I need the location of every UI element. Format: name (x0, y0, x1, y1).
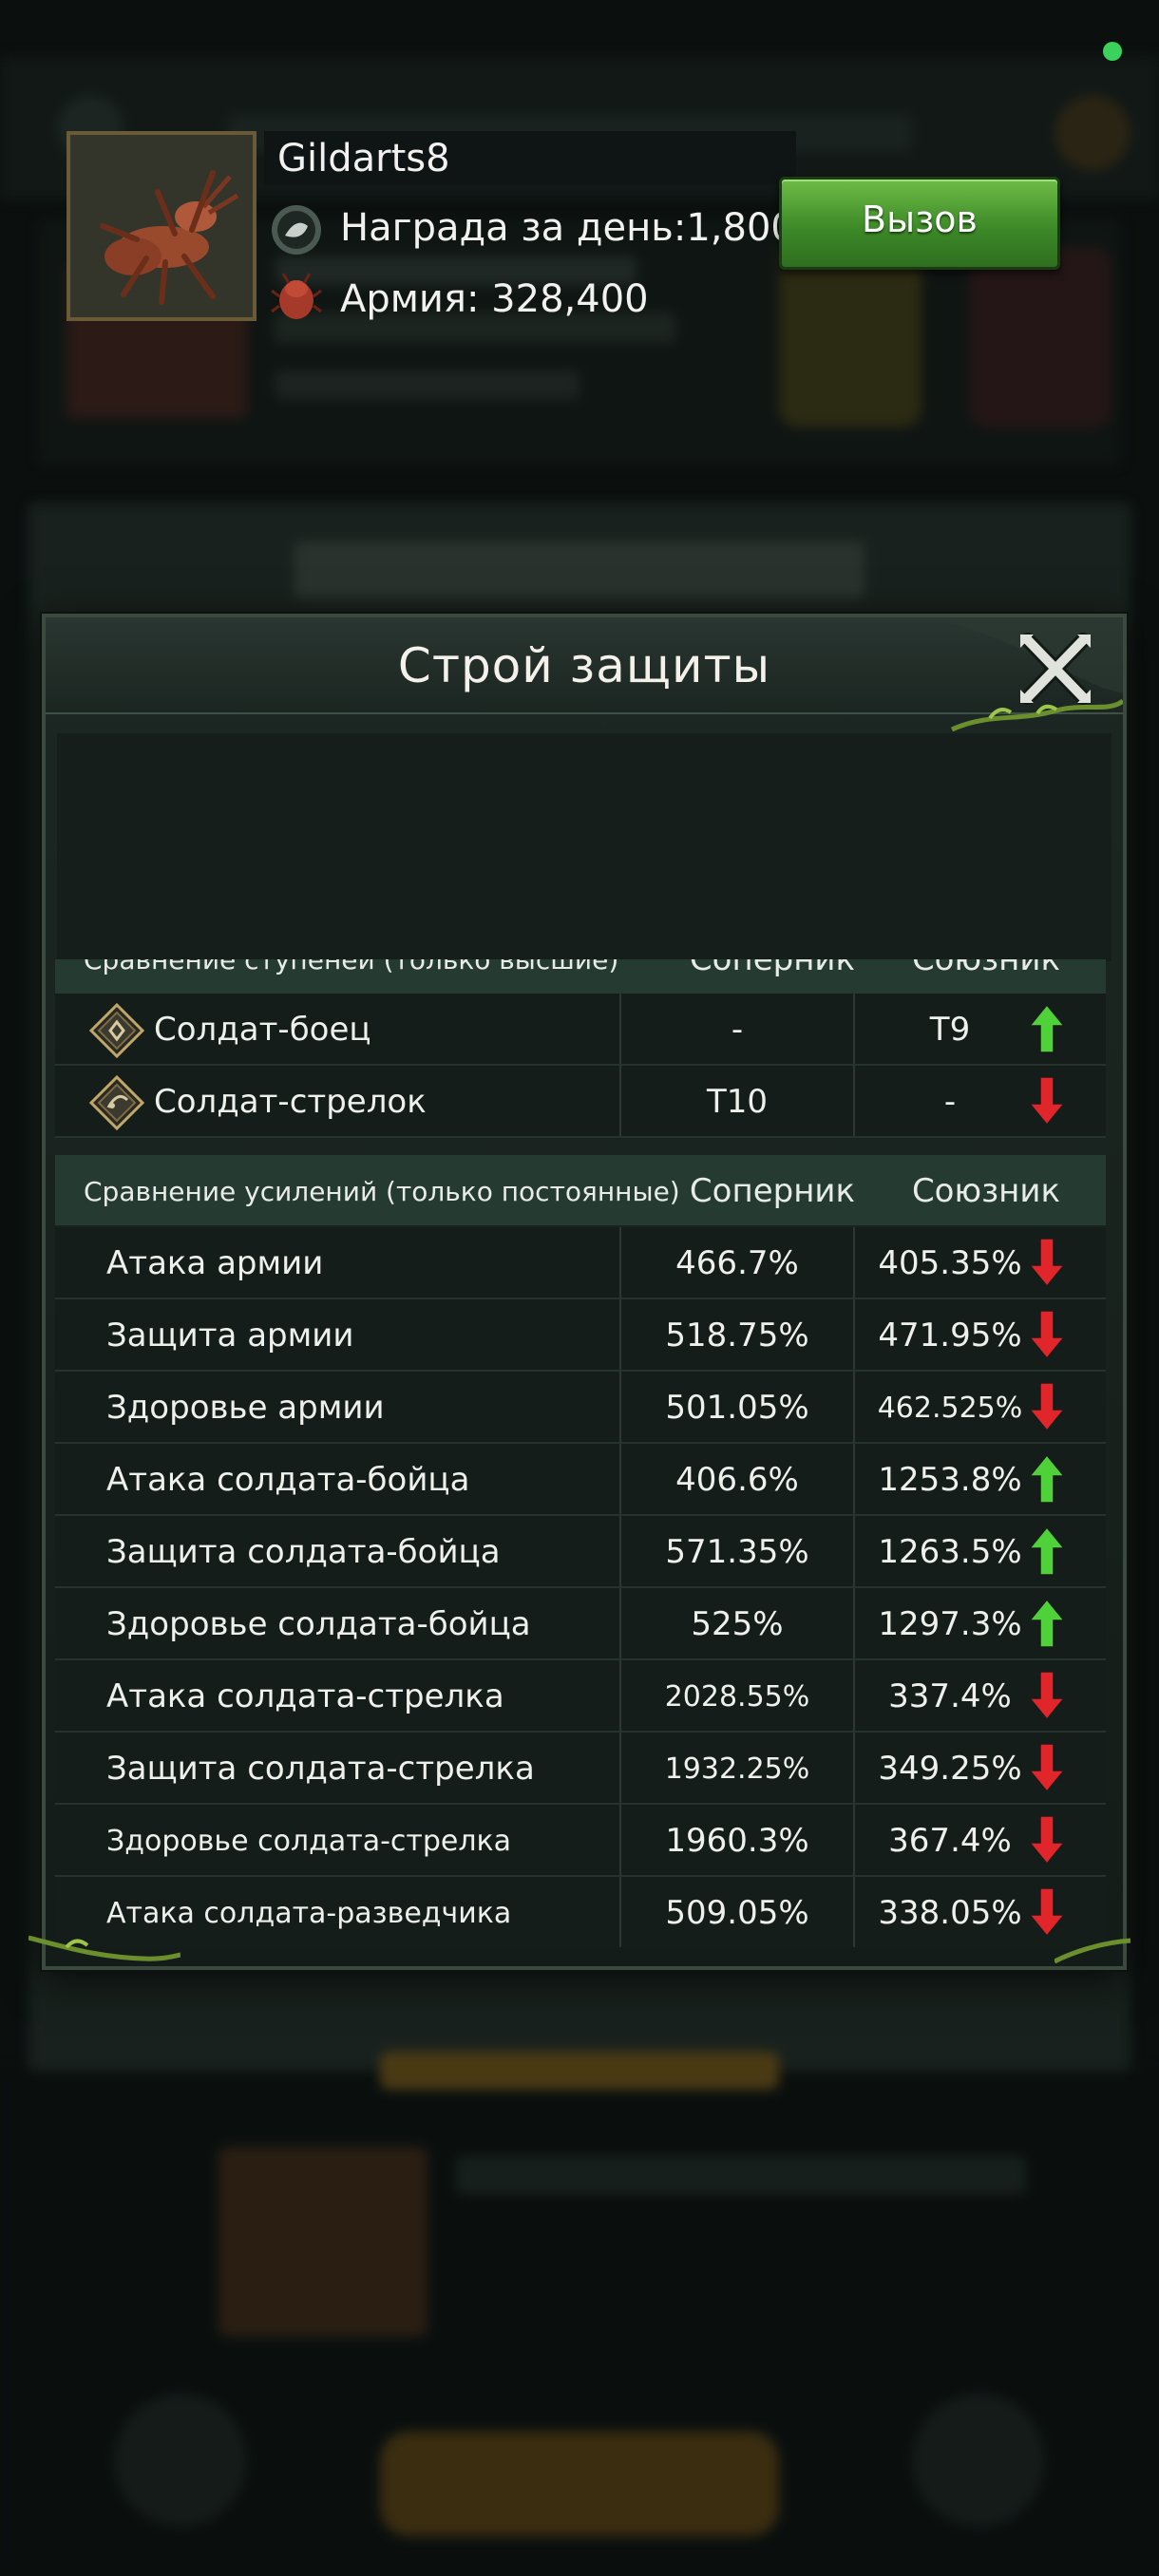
challenge-button-label: Вызов (862, 199, 978, 240)
boost-header-rival: Соперник (689, 1172, 856, 1210)
tier-comparison-header: Сравнение ступеней (только высшие) Сопер… (55, 959, 1106, 994)
fighter-tier-icon (88, 1002, 145, 1059)
boost-ally-value: 405.35% (878, 1244, 1022, 1282)
boost-ally-value: 367.4% (888, 1822, 1012, 1860)
boost-rival-value: 1932.25% (664, 1752, 810, 1786)
boost-row: Здоровье солдата-бойца 525% 1297.3% (55, 1588, 1106, 1660)
vine-decoration-bottom-icon (28, 1935, 180, 1961)
close-icon (1020, 633, 1091, 705)
ant-army-icon (271, 273, 322, 319)
boost-ally-value: 471.95% (878, 1316, 1022, 1354)
down-arrow-icon (1028, 1237, 1066, 1288)
daily-reward-label: Награда за день:1,800 (340, 206, 795, 250)
tier-header-ally: Союзник (911, 959, 1061, 978)
comparison-tables[interactable]: Сравнение ступеней (только высшие) Сопер… (55, 959, 1106, 1947)
tier-rival-value: T10 (706, 1083, 769, 1121)
up-arrow-icon (1028, 1003, 1066, 1054)
boost-rival-value: 525% (691, 1605, 784, 1643)
boost-row: Здоровье армии 501.05% 462.525% (55, 1372, 1106, 1444)
boost-rival-value: 1960.3% (665, 1822, 809, 1860)
up-arrow-icon (1028, 1525, 1066, 1577)
boost-ally-value: 337.4% (888, 1677, 1012, 1715)
player-avatar[interactable] (66, 131, 256, 321)
tier-header-rival: Соперник (689, 959, 856, 978)
boost-rival-value: 518.75% (665, 1316, 809, 1354)
tier-name: Солдат-боец (154, 1011, 371, 1049)
down-arrow-icon (1028, 1309, 1066, 1360)
boost-name: Защита солдата-бойца (106, 1533, 501, 1571)
ant-avatar-icon (70, 135, 253, 317)
boost-ally-value: 338.05% (878, 1894, 1022, 1932)
tier-ally-value: - (943, 1083, 957, 1121)
tier-row: Солдат-боец - T9 (55, 994, 1106, 1066)
boost-row: Атака солдата-бойца 406.6% 1253.8% (55, 1444, 1106, 1516)
boost-comparison-header: Сравнение усилений (только постоянные) С… (55, 1155, 1106, 1225)
boost-name: Атака солдата-стрелка (106, 1677, 504, 1715)
boost-rival-value: 501.05% (665, 1389, 809, 1427)
boost-row: Защита армии 518.75% 471.95% (55, 1299, 1106, 1372)
boost-header-ally: Союзник (911, 1172, 1061, 1210)
boost-row: Атака солдата-разведчика 509.05% 338.05% (55, 1877, 1106, 1947)
boost-rival-value: 406.6% (675, 1461, 799, 1499)
tier-name: Солдат-стрелок (154, 1083, 427, 1121)
reward-medal-icon (272, 205, 321, 255)
boost-row: Защита солдата-стрелка 1932.25% 349.25% (55, 1733, 1106, 1805)
close-button[interactable] (996, 623, 1115, 714)
boost-row: Атака солдата-стрелка 2028.55% 337.4% (55, 1660, 1106, 1733)
background-bottom (0, 2052, 1159, 2576)
camera-indicator-dot (1103, 42, 1122, 61)
boost-row: Здоровье солдата-стрелка 1960.3% 367.4% (55, 1805, 1106, 1877)
boost-name: Атака солдата-бойца (106, 1461, 470, 1499)
boost-row: Защита солдата-бойца 571.35% 1263.5% (55, 1516, 1106, 1588)
boost-name: Защита солдата-стрелка (106, 1750, 535, 1788)
boost-name: Здоровье солдата-бойца (106, 1605, 531, 1643)
boost-ally-value: 1253.8% (878, 1461, 1022, 1499)
background-coin-icon (1054, 95, 1130, 171)
tier-row: Солдат-стрелок T10 - (55, 1066, 1106, 1138)
boost-name: Защита армии (106, 1316, 354, 1354)
challenge-button[interactable]: Вызов (779, 177, 1060, 270)
boost-name: Атака армии (106, 1244, 324, 1282)
up-arrow-icon (1028, 1598, 1066, 1649)
down-arrow-icon (1028, 1814, 1066, 1866)
up-arrow-icon (1028, 1453, 1066, 1505)
boost-ally-value: 1263.5% (878, 1533, 1022, 1571)
tier-rival-value: - (731, 1011, 744, 1049)
army-size-label: Армия: 328,400 (340, 277, 649, 321)
boost-name: Здоровье солдата-стрелка (106, 1825, 512, 1858)
boost-ally-value: 349.25% (878, 1750, 1022, 1788)
shooter-tier-icon (88, 1074, 145, 1131)
vine-decoration-bottom-right-icon (1054, 1938, 1130, 1964)
boost-rival-value: 466.7% (675, 1244, 799, 1282)
boost-row: Атака армии 466.7% 405.35% (55, 1227, 1106, 1299)
boost-ally-value: 1297.3% (878, 1605, 1022, 1643)
down-arrow-icon (1028, 1670, 1066, 1721)
tier-header-title: Сравнение ступеней (только высшие) (84, 959, 619, 975)
down-arrow-icon (1028, 1075, 1066, 1127)
boost-rival-value: 2028.55% (664, 1680, 810, 1714)
boost-ally-value: 462.525% (877, 1392, 1023, 1425)
down-arrow-icon (1028, 1742, 1066, 1793)
boost-rival-value: 509.05% (665, 1894, 809, 1932)
boost-rival-value: 571.35% (665, 1533, 809, 1571)
boost-header-title: Сравнение усилений (только постоянные) (84, 1176, 680, 1207)
tier-ally-value: T9 (929, 1011, 971, 1049)
profile-panel (57, 733, 1112, 961)
down-arrow-icon (1028, 1381, 1066, 1432)
boost-name: Здоровье армии (106, 1389, 385, 1427)
player-name: Gildarts8 (277, 137, 450, 180)
